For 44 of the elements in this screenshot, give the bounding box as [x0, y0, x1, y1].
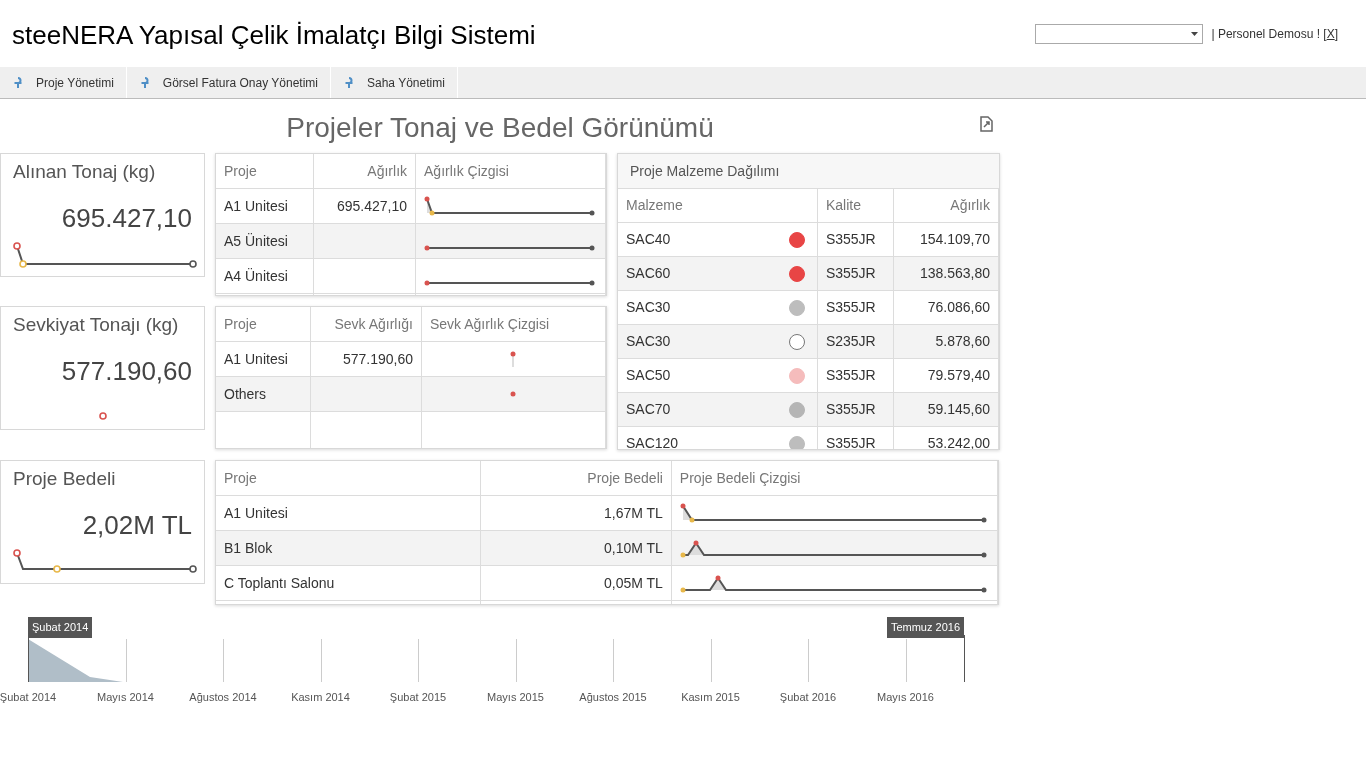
axis-label: Şubat 2014 — [0, 690, 57, 705]
kpi-value: 577.190,60 — [61, 354, 192, 388]
axis-label: Şubat 2016 — [779, 690, 837, 705]
nav-tab[interactable]: Görsel Fatura Onay Yönetimi — [126, 67, 331, 98]
user-label: ] — [1334, 26, 1338, 43]
kpi-title: Alınan Tonaj (kg) — [13, 160, 157, 184]
timeline-selector[interactable]: Şubat 2014 Mayıs 2014 Ağustos 2014 Kasım 2014 Şubat 2015 Mayıs 2015 Ağustos 2015 Kasım 2015 Şubat 2016 Mayıs 2016 Şubat 2014 Temmuz 2016 — [0, 617, 1000, 717]
table-cell: A4 Ünitesi — [216, 259, 314, 294]
sparkline-drawing — [97, 411, 108, 421]
app-title: steeNERA Yapısal Çelik İmalatçı Bilgi Sistemi — [12, 19, 536, 52]
nav-tab[interactable]: Proje Yönetimi — [0, 67, 127, 98]
table-cell-text: SAC40 — [626, 230, 671, 249]
axis-label: Kasım 2014 — [291, 690, 350, 705]
range-handle[interactable]: Temmuz 2016 — [886, 617, 964, 638]
table-cell: Others — [216, 377, 311, 412]
user-label: | Personel Demosu ! [ — [1211, 26, 1327, 43]
kpi-value: 2,02M TL — [82, 508, 192, 542]
axis-label: Şubat 2015 — [389, 690, 447, 705]
table-cell-text: SAC30 — [626, 298, 671, 317]
axis-label: Kasım 2015 — [681, 690, 740, 705]
caret-icon — [1191, 32, 1199, 36]
sparkline-drawing — [510, 391, 517, 397]
table-cell-text: SAC30 — [626, 332, 671, 351]
table-cell: C Toplantı Salonu — [216, 566, 482, 601]
dashboard-title: Projeler Tonaj ve Bedel Görünümü — [286, 111, 714, 145]
kpi-value: 695.427,10 — [61, 201, 192, 235]
table-cell-text: SAC70 — [626, 400, 671, 419]
export-icon[interactable] — [978, 116, 994, 132]
axis-label: Mayıs 2016 — [877, 690, 934, 705]
axis-label: Mayıs 2014 — [97, 690, 154, 705]
axis-label: Mayıs 2015 — [487, 690, 544, 705]
table-cell-text: SAC50 — [626, 366, 671, 385]
axis-label: Ağustos 2014 — [189, 690, 257, 705]
table-cell-text: SAC60 — [626, 264, 671, 283]
panel-title: Proje Malzeme Dağılımı — [630, 161, 780, 181]
axis-label: Ağustos 2015 — [579, 690, 647, 705]
range-handle[interactable]: Şubat 2014 — [28, 617, 93, 638]
kpi-title: Proje Bedeli — [13, 467, 117, 491]
nav-tab[interactable]: Saha Yönetimi — [331, 67, 458, 98]
table-cell: 0,05M TL — [481, 566, 672, 601]
dropdown-field[interactable] — [1035, 24, 1204, 44]
table-cell-text: SAC120 — [626, 434, 679, 449]
kpi-title: Sevkiyat Tonajı (kg) — [13, 313, 180, 337]
sparkline-drawing — [510, 351, 517, 367]
